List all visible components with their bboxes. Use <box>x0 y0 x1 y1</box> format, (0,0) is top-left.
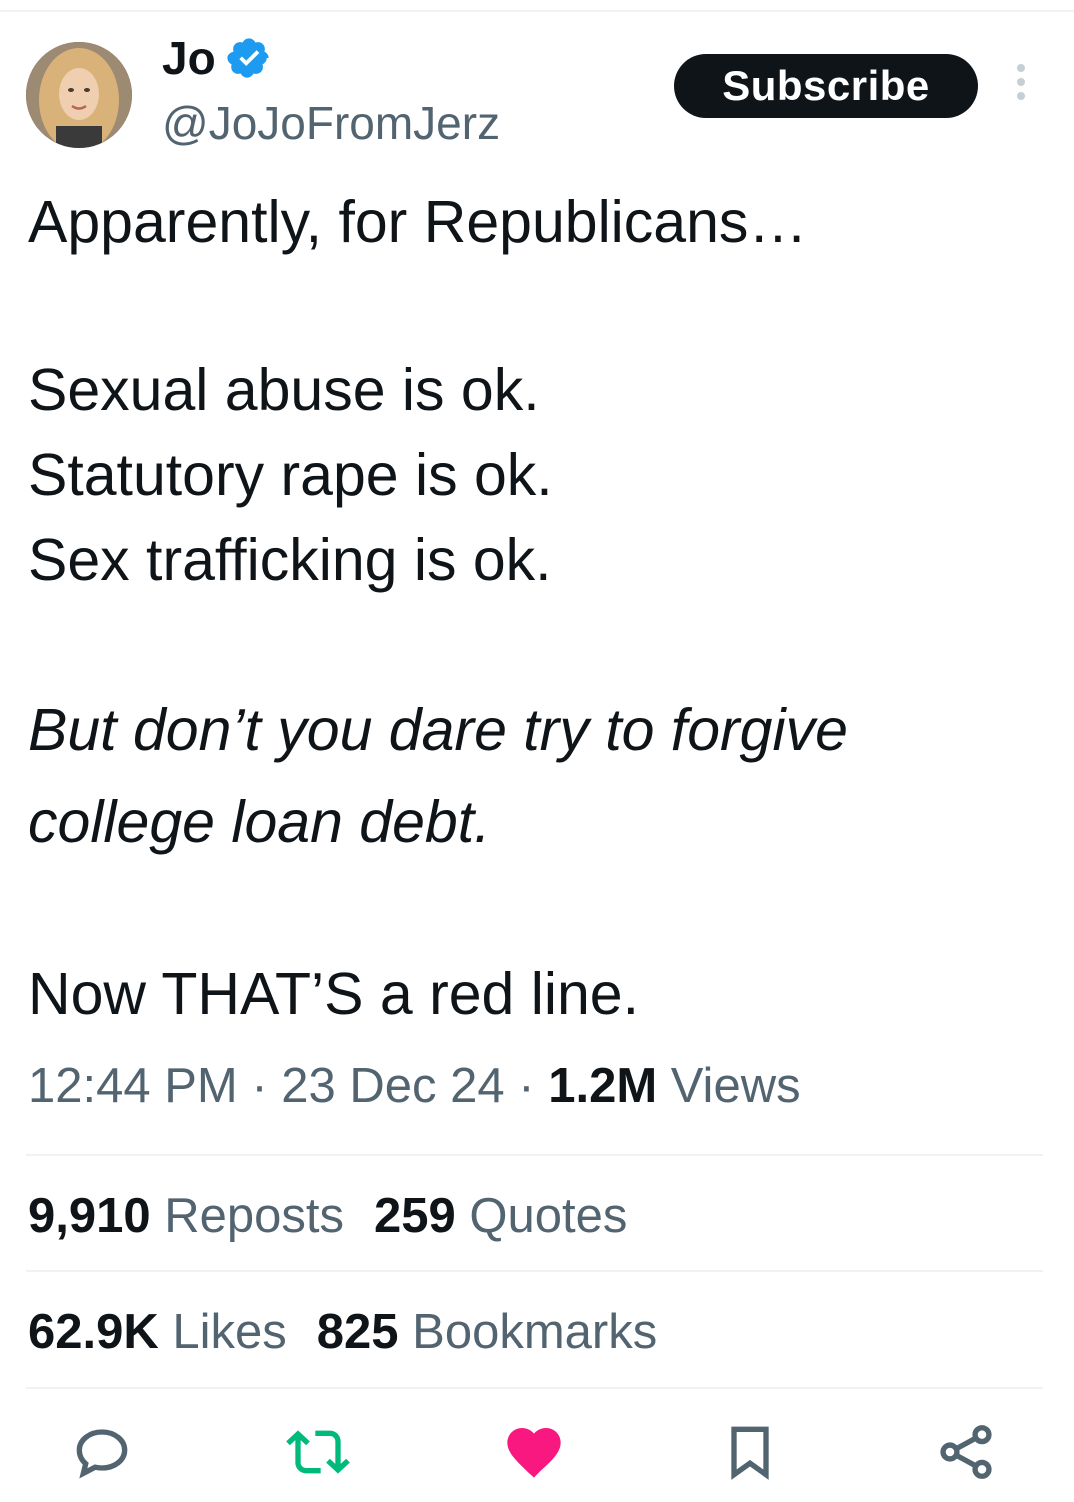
views-label: Views <box>657 1059 801 1113</box>
tweet-text-line: Statutory rape is ok. <box>28 442 553 508</box>
like-icon[interactable] <box>502 1420 566 1484</box>
quotes-label: Quotes <box>469 1189 628 1243</box>
tweet-time[interactable]: 12:44 PM <box>28 1059 238 1113</box>
quotes-count: 259 <box>374 1189 456 1243</box>
bookmarks-stat[interactable]: 825 Bookmarks <box>317 1305 657 1359</box>
meta-separator: · <box>504 1059 549 1113</box>
bookmarks-label: Bookmarks <box>412 1305 658 1359</box>
subscribe-button[interactable]: Subscribe <box>674 54 978 118</box>
author-display-name[interactable]: Jo <box>162 31 216 85</box>
stats-row-1: 9,910 Reposts 259 Quotes <box>28 1188 627 1244</box>
tweet-text-line: Apparently, for Republicans… <box>28 189 808 255</box>
bookmarks-count: 825 <box>316 1305 399 1359</box>
reposts-label: Reposts <box>164 1189 345 1243</box>
tweet-date[interactable]: 23 Dec 24 <box>281 1059 504 1113</box>
author-handle[interactable]: @JoJoFromJerz <box>162 96 500 150</box>
tweet-text-line: Sex trafficking is ok. <box>28 527 552 593</box>
avatar[interactable] <box>26 42 132 148</box>
bookmark-icon[interactable] <box>718 1420 782 1484</box>
more-options-icon[interactable] <box>1008 64 1034 108</box>
repost-icon[interactable] <box>286 1420 350 1484</box>
views-count: 1.2M <box>548 1059 658 1113</box>
divider <box>26 1270 1043 1272</box>
tweet-text-line-italic: college loan debt. <box>28 789 491 855</box>
likes-label: Likes <box>172 1305 287 1359</box>
verified-badge-icon[interactable] <box>226 35 272 81</box>
tweet-text-line-italic: But don’t you dare try to forgive <box>28 697 848 763</box>
author-name-row[interactable]: Jo <box>162 28 272 88</box>
reposts-stat[interactable]: 9,910 Reposts <box>28 1189 344 1243</box>
likes-stat[interactable]: 62.9K Likes <box>28 1305 287 1359</box>
meta-separator: · <box>237 1059 282 1113</box>
stats-row-2: 62.9K Likes 825 Bookmarks <box>28 1304 657 1360</box>
divider <box>26 1387 1043 1389</box>
tweet-text-line: Now THAT’S a red line. <box>28 961 639 1027</box>
quotes-stat[interactable]: 259 Quotes <box>374 1189 627 1243</box>
avatar-image <box>26 42 132 148</box>
divider <box>26 1154 1043 1156</box>
tweet-meta: 12:44 PM · 23 Dec 24 · 1.2M Views <box>28 1058 801 1114</box>
share-icon[interactable] <box>934 1420 998 1484</box>
tweet-text-line: Sexual abuse is ok. <box>28 357 540 423</box>
reposts-count: 9,910 <box>28 1189 151 1243</box>
likes-count: 62.9K <box>28 1305 159 1359</box>
top-divider <box>0 10 1074 12</box>
reply-icon[interactable] <box>70 1420 134 1484</box>
